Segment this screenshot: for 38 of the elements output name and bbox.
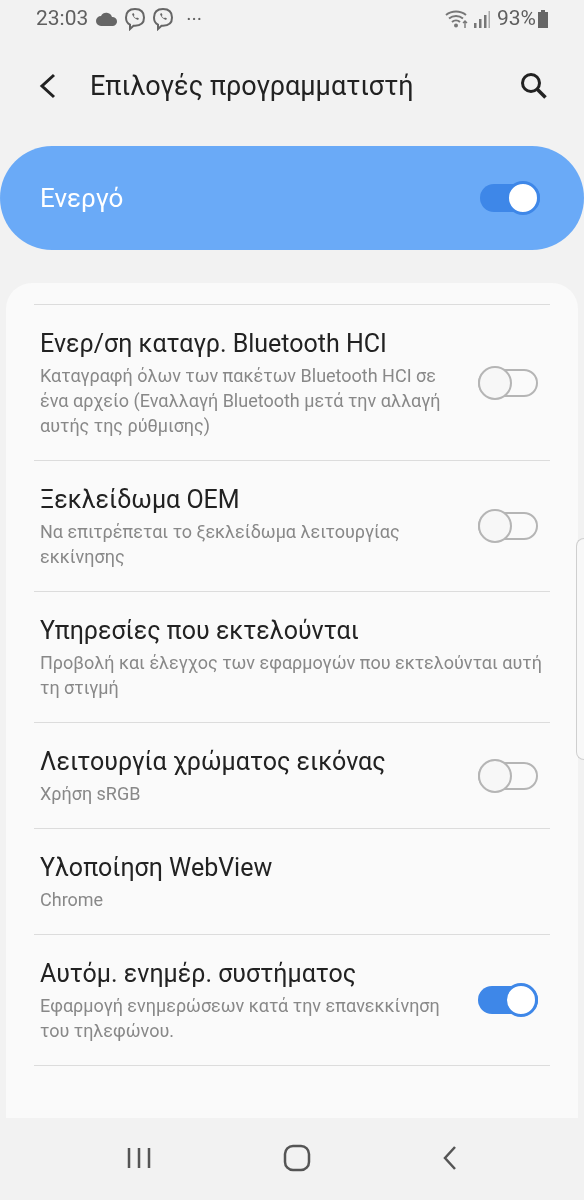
home-icon[interactable] xyxy=(283,1144,311,1172)
setting-title: Ξεκλείδωμα OEM xyxy=(40,484,241,516)
more-notifications: ··· xyxy=(186,6,202,33)
cloud-icon xyxy=(96,12,119,26)
setting-description: Να επιτρέπεται το ξεκλείδωμα λειτουργίας εκκίνησης xyxy=(40,520,401,569)
setting-title: Λειτουργία χρώματος εικόνας xyxy=(40,746,387,778)
battery-icon xyxy=(538,10,548,28)
recent-apps-icon[interactable] xyxy=(125,1147,152,1169)
back-icon[interactable] xyxy=(442,1145,459,1171)
settings-row[interactable]: Υλοποίηση WebView Chrome xyxy=(34,829,550,935)
settings-row[interactable]: Λειτουργία χρώματος εικόνας Χρήση sRGB xyxy=(34,723,550,829)
toggle-switch[interactable] xyxy=(478,758,538,793)
chat-phone-icon xyxy=(124,7,147,31)
setting-description: Καταγραφή όλων των πακέτων Bluetooth HCI σε ένα αρχείο (Εναλλαγή Bluetooth μετά την αλλαγή αυτής της ρύθμισης) xyxy=(40,364,442,438)
toggle-switch[interactable] xyxy=(480,181,540,215)
search-icon[interactable] xyxy=(520,72,548,100)
settings-row[interactable]: Ξεκλείδωμα OEM Να επιτρέπεται το ξεκλείδωμα λειτουργίας εκκίνησης xyxy=(34,461,550,592)
setting-description: Προβολή και έλεγχος των εφαρμογών που εκτελούνται αυτή τη στιγμή xyxy=(40,651,543,700)
settings-row[interactable]: Υπηρεσίες που εκτελούνται Προβολή και έλεγχος των εφαρμογών που εκτελούνται αυτή τη στιγμή xyxy=(34,592,550,723)
battery-percentage: 93% xyxy=(497,5,536,33)
setting-description: Χρήση sRGB xyxy=(40,782,142,806)
wifi-icon xyxy=(445,9,469,29)
setting-title: Αυτόμ. ενημέρ. συστήματος xyxy=(40,958,358,990)
screen-title: Επιλογές προγραμματιστή xyxy=(90,68,415,104)
toggle-switch[interactable] xyxy=(478,365,538,400)
master-switch-label: Ενεργό xyxy=(40,181,125,215)
toggle-switch[interactable] xyxy=(478,509,538,543)
status-time: 23:03 xyxy=(36,5,89,33)
setting-title: Ενερ/ση καταγρ. Bluetooth HCI xyxy=(40,328,388,360)
chat-phone-icon xyxy=(152,7,175,31)
setting-title: Υλοποίηση WebView xyxy=(40,852,274,884)
setting-title: Υπηρεσίες που εκτελούνται xyxy=(40,615,360,647)
settings-row[interactable]: Ενερ/ση καταγρ. Bluetooth HCI Καταγραφή όλων των πακέτων Bluetooth HCI σε ένα αρχείο (Εναλλαγή Bluetooth μετά την αλλαγή αυτής της ρύθμισης) xyxy=(34,305,550,461)
setting-description: Chrome xyxy=(40,888,105,912)
setting-description: Εφαρμογή ενημερώσεων κατά την επανεκκίνηση του τηλεφώνου. xyxy=(40,994,441,1043)
toggle-switch[interactable] xyxy=(478,983,538,1017)
settings-row[interactable]: Αυτόμ. ενημέρ. συστήματος Εφαρμογή ενημερώσεων κατά την επανεκκίνηση του τηλεφώνου. xyxy=(34,935,550,1066)
signal-icon xyxy=(473,10,491,28)
